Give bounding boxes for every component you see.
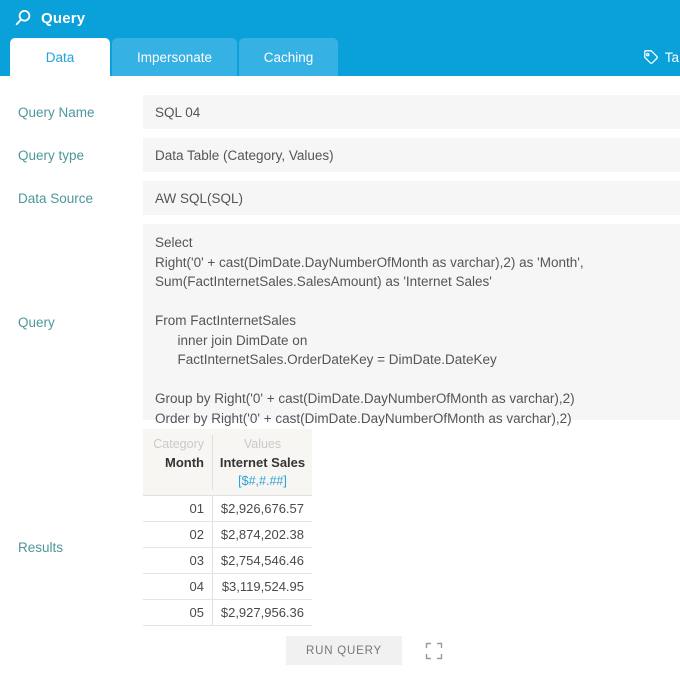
tag-icon xyxy=(642,49,659,66)
query-form: Query Name SQL 04 Query type Data Table … xyxy=(0,76,680,665)
column-header-month: Month xyxy=(165,455,204,470)
table-row: 04 $3,119,524.95 xyxy=(143,574,312,600)
results-row: Results Category Month Values Internet S… xyxy=(0,429,680,665)
query-name-row: Query Name SQL 04 xyxy=(0,95,680,129)
query-type-select[interactable]: Data Table (Category, Values) xyxy=(143,138,680,172)
table-row: 01 $2,926,676.57 xyxy=(143,496,312,522)
tab-data[interactable]: Data xyxy=(10,38,110,76)
query-name-label: Query Name xyxy=(18,104,95,120)
table-row: 03 $2,754,546.46 xyxy=(143,548,312,574)
cell-sales: $2,874,202.38 xyxy=(212,522,312,547)
cell-month: 02 xyxy=(189,527,204,542)
category-format-placeholder xyxy=(143,473,212,490)
query-sql-row: Query Select Right('0' + cast(DimDate.Da… xyxy=(0,224,680,426)
cell-sales: $2,926,676.57 xyxy=(212,496,312,521)
search-icon xyxy=(14,9,32,27)
results-table: Category Month Values Internet Sales [$#… xyxy=(143,429,312,626)
tab-caching[interactable]: Caching xyxy=(239,38,338,76)
tags-button[interactable]: Ta xyxy=(642,49,680,66)
query-sql-label: Query xyxy=(18,314,55,330)
results-table-header: Category Month Values Internet Sales [$#… xyxy=(143,429,312,496)
query-type-row: Query type Data Table (Category, Values) xyxy=(0,138,680,172)
cell-month: 01 xyxy=(189,501,204,516)
data-source-label: Data Source xyxy=(18,190,94,206)
cell-month: 05 xyxy=(189,605,204,620)
group-header-category: Category xyxy=(153,437,204,451)
cell-month: 04 xyxy=(189,579,204,594)
data-source-row: Data Source AW SQL(SQL) xyxy=(0,181,680,215)
cell-sales: $2,927,956.36 xyxy=(212,600,312,625)
column-header-internet-sales: Internet Sales xyxy=(219,455,306,470)
titlebar: Query xyxy=(0,0,680,36)
cell-month: 03 xyxy=(189,553,204,568)
results-label: Results xyxy=(18,539,64,555)
run-query-button[interactable]: RUN QUERY xyxy=(286,636,402,665)
tab-bar: Data Impersonate Caching Ta xyxy=(0,36,680,76)
expand-fullscreen-icon[interactable] xyxy=(425,642,443,660)
table-row: 05 $2,927,956.36 xyxy=(143,600,312,626)
query-sql-editor[interactable]: Select Right('0' + cast(DimDate.DayNumbe… xyxy=(143,224,680,426)
cell-sales: $3,119,524.95 xyxy=(212,574,312,599)
group-header-values: Values xyxy=(243,437,282,451)
data-source-select[interactable]: AW SQL(SQL) xyxy=(143,181,680,215)
query-name-input[interactable]: SQL 04 xyxy=(143,95,680,129)
page-title: Query xyxy=(41,9,86,27)
actions-row: RUN QUERY xyxy=(286,636,680,665)
values-format-label: [$#,#.##] xyxy=(238,474,287,488)
cell-sales: $2,754,546.46 xyxy=(212,548,312,573)
query-type-label: Query type xyxy=(18,147,85,163)
table-row: 02 $2,874,202.38 xyxy=(143,522,312,548)
tags-label: Ta xyxy=(664,50,679,65)
tab-impersonate[interactable]: Impersonate xyxy=(112,38,237,76)
